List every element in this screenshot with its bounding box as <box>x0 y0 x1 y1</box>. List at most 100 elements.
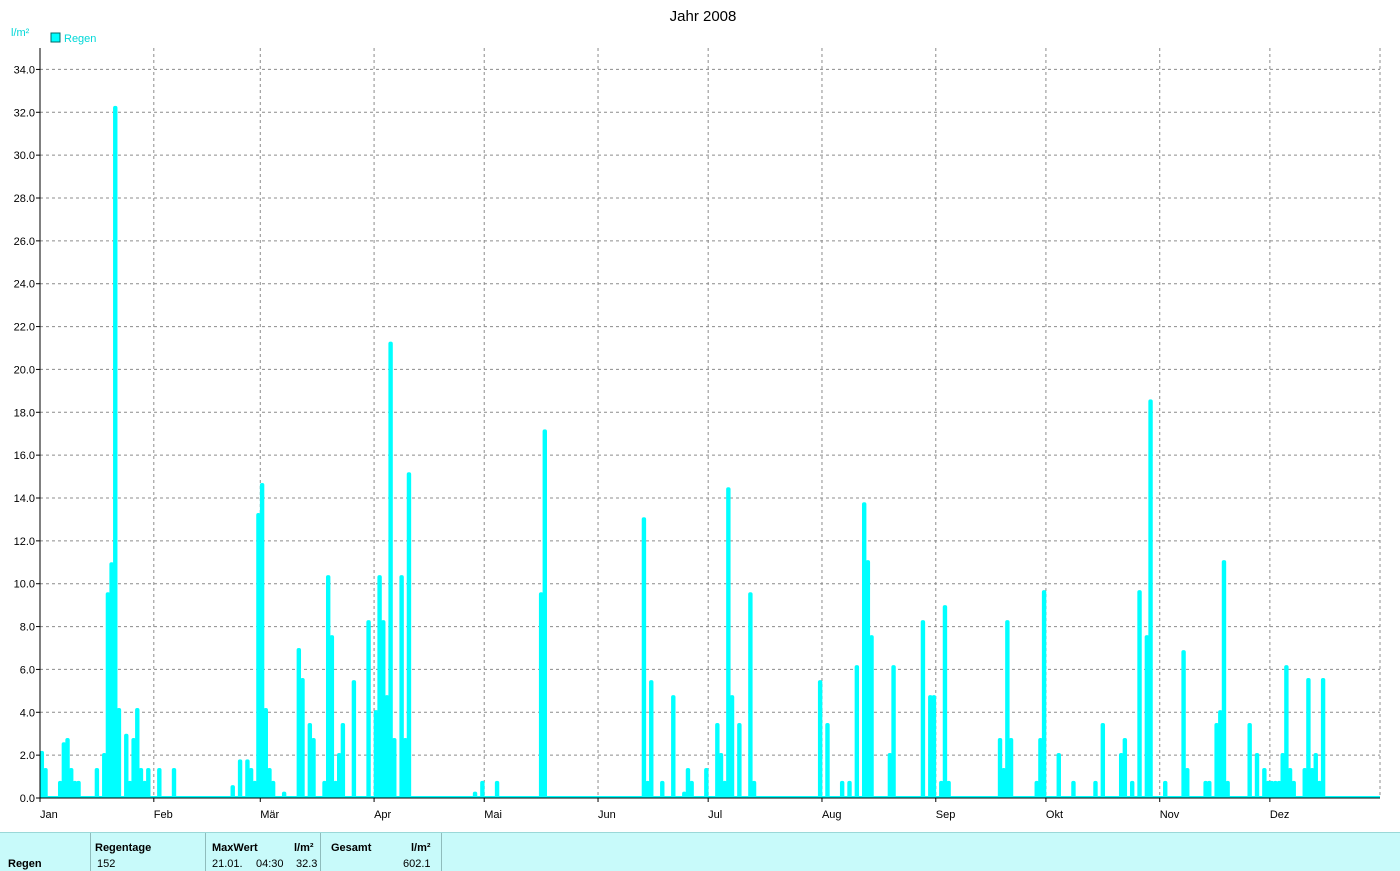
rain-bar <box>340 723 346 798</box>
rain-bar <box>1041 590 1047 798</box>
rain-bar <box>869 635 874 798</box>
rain-bar <box>729 695 735 798</box>
rain-bar <box>1129 780 1135 798</box>
chart-background <box>0 0 1400 832</box>
rain-bar <box>737 723 742 798</box>
y-tick-label: 14.0 <box>14 493 35 505</box>
y-tick-label: 12.0 <box>14 536 35 548</box>
x-tick-label: Okt <box>1046 809 1063 821</box>
rain-bar <box>825 723 830 798</box>
rain-bar <box>1071 780 1076 798</box>
rain-bar <box>689 780 694 798</box>
rain-bar <box>817 680 823 798</box>
rain-bar <box>1291 780 1296 798</box>
gesamt-unit: l/m² <box>411 842 431 854</box>
y-tick-label: 20.0 <box>14 364 35 376</box>
rain-bar <box>366 620 371 798</box>
rain-bar <box>942 605 948 798</box>
rain-bar <box>76 780 81 798</box>
rain-bar <box>649 680 654 798</box>
maxwert-time: 04:30 <box>256 858 284 870</box>
stats-row-header: Regen <box>0 833 90 871</box>
rain-bar <box>113 105 118 799</box>
rain-bar <box>748 592 753 798</box>
rain-bar <box>839 780 845 798</box>
y-tick-label: 32.0 <box>14 107 35 119</box>
y-tick-label: 34.0 <box>14 64 35 76</box>
rain-bar <box>671 695 676 798</box>
rain-bar <box>1225 780 1230 798</box>
rain-bar <box>1056 753 1061 798</box>
gesamt-value: 602.1 <box>403 858 431 870</box>
gesamt-cell: Gesamt l/m² 602.1 <box>321 833 441 871</box>
rain-bar <box>43 768 48 798</box>
rain-bar <box>1185 768 1190 798</box>
y-tick-label: 10.0 <box>14 579 35 591</box>
y-tick-label: 6.0 <box>20 664 35 676</box>
rain-bar <box>1254 753 1260 798</box>
rain-bar <box>311 738 316 798</box>
maxwert-unit: l/m² <box>294 842 314 854</box>
rain-bar <box>1093 780 1098 798</box>
regentage-cell: Regentage 152 <box>91 833 205 871</box>
rain-bar <box>751 780 757 798</box>
stats-panel: Regen Regentage 152 MaxWert l/m² 21.01. … <box>0 832 1400 871</box>
y-tick-label: 22.0 <box>14 322 35 334</box>
rain-bar <box>847 780 852 798</box>
maxwert-value: 32.3 <box>296 858 318 870</box>
maxwert-date: 21.01. <box>212 858 243 870</box>
rain-bar <box>1247 723 1252 798</box>
y-tick-label: 24.0 <box>14 279 35 291</box>
rain-bar <box>854 665 860 798</box>
regentage-label: Regentage <box>95 842 152 854</box>
chart-title: Jahr 2008 <box>670 8 737 25</box>
rain-bar <box>171 768 177 798</box>
y-tick-label: 28.0 <box>14 193 35 205</box>
y-tick-label: 16.0 <box>14 450 35 462</box>
rain-bar <box>1100 723 1106 798</box>
rain-bar <box>1008 738 1014 798</box>
rain-bar <box>146 768 151 798</box>
rain-bar <box>704 768 709 798</box>
y-tick-label: 8.0 <box>20 622 35 634</box>
rain-bar <box>891 665 896 798</box>
x-tick-label: Feb <box>154 809 173 821</box>
rain-bar <box>329 635 335 798</box>
stats-separator <box>441 833 442 871</box>
rain-bar <box>641 517 647 798</box>
legend-label: Regen <box>64 33 96 45</box>
rain-bar <box>1163 780 1168 798</box>
rain-chart: Jahr 2008 l/m² Regen 0.0 2.0 4.0 6.0 8.0 10.0… <box>0 0 1400 832</box>
x-tick-label: Dez <box>1270 809 1290 821</box>
rain-bar <box>480 780 485 798</box>
rain-bar <box>931 695 937 798</box>
rain-bar <box>1137 590 1142 798</box>
rain-bar <box>392 738 397 798</box>
rain-bar <box>157 768 162 798</box>
rain-bar <box>946 780 951 798</box>
maxwert-cell: MaxWert l/m² 21.01. 04:30 32.3 <box>206 833 320 871</box>
rain-bar <box>1221 560 1227 798</box>
rain-bar <box>270 780 276 798</box>
legend-swatch <box>50 32 61 43</box>
x-tick-label: Mai <box>484 809 502 821</box>
x-tick-label: Sep <box>936 809 956 821</box>
rain-bar <box>237 759 243 798</box>
rain-bar <box>388 341 393 798</box>
rain-bar <box>406 472 412 798</box>
rain-bar <box>116 708 122 798</box>
rain-bar <box>300 678 305 798</box>
y-tick-label: 26.0 <box>14 236 35 248</box>
x-tick-label: Apr <box>374 809 391 821</box>
x-tick-label: Mär <box>260 809 279 821</box>
rain-bar <box>1320 678 1326 798</box>
y-tick-label: 0.0 <box>20 793 35 805</box>
y-tick-label: 30.0 <box>14 150 35 162</box>
rain-bar <box>920 620 926 798</box>
y-tick-label: 18.0 <box>14 407 35 419</box>
maxwert-label: MaxWert <box>212 842 258 854</box>
y-tick-label: 4.0 <box>20 707 35 719</box>
rain-bar <box>94 768 100 798</box>
x-tick-label: Jul <box>708 809 722 821</box>
rain-bar <box>660 780 665 798</box>
